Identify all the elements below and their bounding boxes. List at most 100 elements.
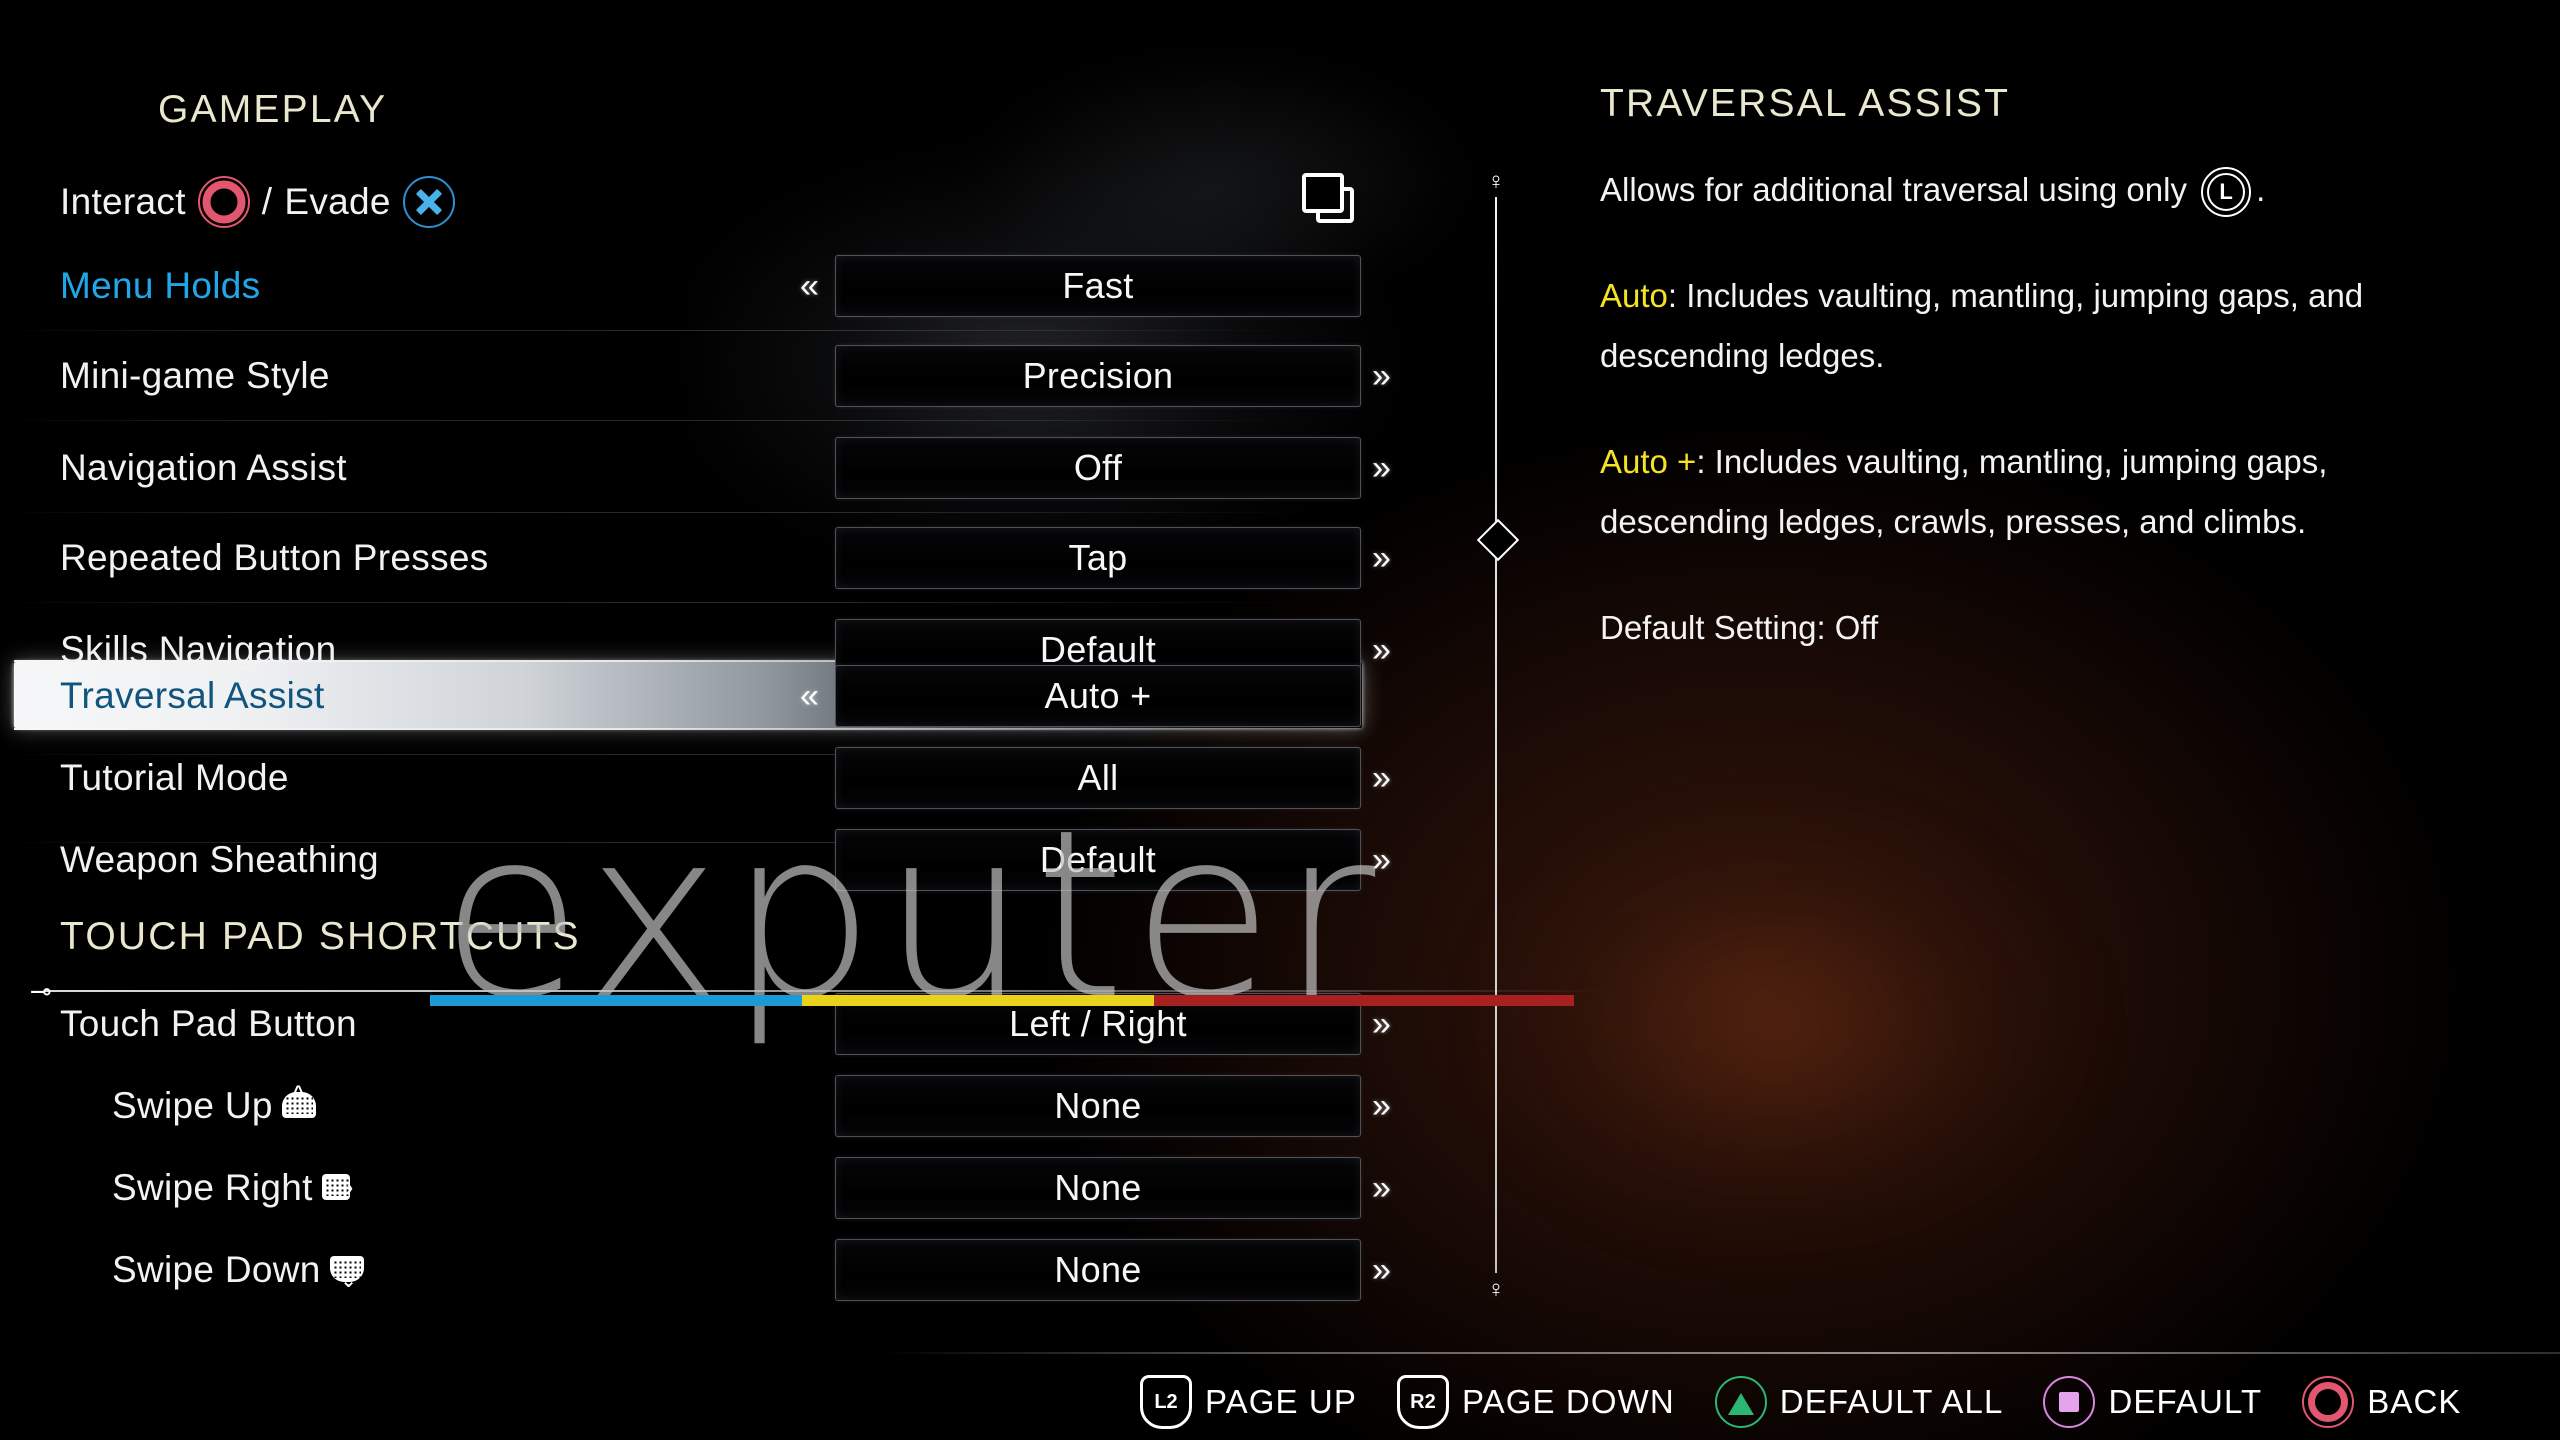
action-label: PAGE DOWN <box>1461 1383 1675 1420</box>
setting-label: Repeated Button Presses <box>60 537 489 578</box>
intro-text-before: Allows for additional traversal using on… <box>1600 171 2187 208</box>
swipe-down-touchpad-icon: ⌄ <box>329 1256 370 1291</box>
setting-label: Tutorial Mode <box>60 757 289 798</box>
setting-label-wrap: Swipe Right › <box>112 1167 362 1209</box>
action-back[interactable]: BACK <box>2302 1376 2461 1428</box>
setting-value-box[interactable]: Precision <box>835 345 1361 407</box>
setting-value-box[interactable]: None <box>835 1157 1361 1219</box>
setting-label: Touch Pad Button <box>60 1003 357 1044</box>
settings-scrollbar[interactable]: ♀ ♀ <box>1476 170 1520 1302</box>
setting-value: All <box>1077 757 1119 798</box>
setting-row-weapon-sheathing[interactable]: Weapon Sheathing Default » <box>0 824 1440 896</box>
next-value-chevron-icon[interactable]: » <box>1372 843 1391 877</box>
diamond-scroll-thumb-icon[interactable] <box>1476 518 1520 562</box>
action-label: BACK <box>2367 1383 2462 1420</box>
description-title: TRAVERSAL ASSIST <box>1600 82 2011 125</box>
setting-label: Swipe Right <box>112 1167 313 1208</box>
setting-row-swipe-down[interactable]: Swipe Down ⌄ None » <box>0 1234 1440 1306</box>
setting-row-swipe-right[interactable]: Swipe Right › None » <box>0 1152 1440 1224</box>
next-value-chevron-icon[interactable]: » <box>1372 761 1391 795</box>
setting-value: Precision <box>1022 355 1174 396</box>
action-page-down[interactable]: R2 PAGE DOWN <box>1396 1375 1675 1429</box>
bottom-action-bar: L2 PAGE UP R2 PAGE DOWN DEFAULT ALL DEFA… <box>1140 1372 2462 1432</box>
prev-value-chevron-icon[interactable]: « <box>800 269 819 303</box>
swipe-right-touchpad-icon: › <box>321 1174 362 1202</box>
next-value-chevron-icon[interactable]: » <box>1372 1007 1391 1041</box>
interact-evade-hint: Interact / Evade <box>60 176 455 228</box>
trigger-l2-icon: L2 <box>1140 1375 1192 1429</box>
next-value-chevron-icon[interactable]: » <box>1372 1171 1391 1205</box>
setting-value: Tap <box>1068 537 1128 578</box>
next-value-chevron-icon[interactable]: » <box>1372 451 1391 485</box>
prev-value-chevron-icon[interactable]: « <box>800 679 819 713</box>
setting-row-mini-game-style[interactable]: Mini-game Style Precision » <box>0 340 1440 412</box>
setting-value-box[interactable]: Tap <box>835 527 1361 589</box>
bottom-bar-divider <box>880 1352 2560 1354</box>
description-panel: TRAVERSAL ASSIST Allows for additional t… <box>1600 0 2500 1340</box>
ps-cross-button-icon <box>402 176 455 228</box>
action-default-all[interactable]: DEFAULT ALL <box>1714 1376 2004 1428</box>
scrollbar-track[interactable] <box>1495 197 1497 1273</box>
setting-label-wrap: Swipe Up ^ <box>112 1084 322 1127</box>
swipe-up-touchpad-icon: ^ <box>281 1084 322 1120</box>
setting-label: Weapon Sheathing <box>60 839 379 880</box>
setting-value: Left / Right <box>1009 1003 1187 1044</box>
setting-value-box[interactable]: Default <box>835 829 1361 891</box>
touchpad-section-title: TOUCH PAD SHORTCUTS <box>60 915 581 958</box>
row-separator <box>0 330 1310 331</box>
scrollbar-top-cap-icon: ♀ <box>1487 168 1505 195</box>
setting-row-swipe-up[interactable]: Swipe Up ^ None » <box>0 1070 1440 1142</box>
next-value-chevron-icon[interactable]: » <box>1372 1253 1391 1287</box>
setting-value: None <box>1054 1249 1142 1290</box>
setting-value-box[interactable]: All <box>835 747 1361 809</box>
setting-value-box[interactable]: Fast <box>835 255 1361 317</box>
action-default[interactable]: DEFAULT <box>2043 1376 2262 1428</box>
setting-row-touch-pad-button[interactable]: Touch Pad Button Left / Right » <box>0 988 1440 1060</box>
l-button-label: L <box>2219 179 2233 205</box>
setting-label: Menu Holds <box>60 265 261 306</box>
touchpad-copy-icon[interactable] <box>1302 173 1354 223</box>
auto-plus-description: : Includes vaulting, mantling, jumping g… <box>1600 443 2328 540</box>
setting-row-navigation-assist[interactable]: Navigation Assist Off » <box>0 432 1440 504</box>
setting-row-traversal-assist[interactable]: Traversal Assist « Auto + <box>0 660 1440 732</box>
setting-value-box[interactable]: Left / Right <box>835 993 1361 1055</box>
next-value-chevron-icon[interactable]: » <box>1372 541 1391 575</box>
setting-value-box[interactable]: Off <box>835 437 1361 499</box>
setting-label: Traversal Assist <box>60 675 325 716</box>
auto-plus-keyword: Auto + <box>1600 443 1697 480</box>
evade-label: Evade <box>284 181 391 222</box>
setting-row-menu-holds[interactable]: Menu Holds « Fast <box>0 250 1440 322</box>
next-value-chevron-icon[interactable]: » <box>1372 359 1391 393</box>
action-page-up[interactable]: L2 PAGE UP <box>1140 1375 1357 1429</box>
description-auto-plus: Auto +: Includes vaulting, mantling, jum… <box>1600 432 2460 552</box>
setting-label: Navigation Assist <box>60 447 347 488</box>
row-separator <box>0 512 1310 513</box>
scrollbar-bottom-cap-icon: ♀ <box>1487 1276 1505 1303</box>
l-button-icon: L <box>2201 167 2252 218</box>
setting-label-wrap: Swipe Down ⌄ <box>112 1249 370 1291</box>
setting-value: Auto + <box>1044 675 1152 716</box>
setting-row-repeated-button-presses[interactable]: Repeated Button Presses Tap » <box>0 522 1440 594</box>
setting-value: None <box>1054 1085 1142 1126</box>
setting-value-box[interactable]: None <box>835 1239 1361 1301</box>
ps-circle-button-icon <box>197 176 250 228</box>
action-label: DEFAULT <box>2108 1383 2263 1420</box>
setting-value: Fast <box>1062 265 1134 306</box>
setting-value: Off <box>1073 447 1123 488</box>
description-intro: Allows for additional traversal using on… <box>1600 160 2460 220</box>
ps-triangle-button-icon <box>1714 1376 1767 1428</box>
action-label: PAGE UP <box>1205 1383 1357 1420</box>
row-separator <box>0 602 1310 603</box>
auto-description: : Includes vaulting, mantling, jumping g… <box>1600 277 2364 374</box>
intro-text-after: . <box>2256 171 2266 208</box>
setting-row-tutorial-mode[interactable]: Tutorial Mode All » <box>0 742 1440 814</box>
description-default-setting: Default Setting: Off <box>1600 609 1879 646</box>
setting-label: Swipe Down <box>112 1249 321 1290</box>
setting-value-box[interactable]: Auto + <box>835 665 1361 727</box>
action-label: DEFAULT ALL <box>1779 1383 2004 1420</box>
auto-keyword: Auto <box>1600 277 1668 314</box>
description-body: Allows for additional traversal using on… <box>1600 160 2460 704</box>
setting-value-box[interactable]: None <box>835 1075 1361 1137</box>
trigger-r2-icon: R2 <box>1396 1375 1449 1429</box>
next-value-chevron-icon[interactable]: » <box>1372 1089 1391 1123</box>
